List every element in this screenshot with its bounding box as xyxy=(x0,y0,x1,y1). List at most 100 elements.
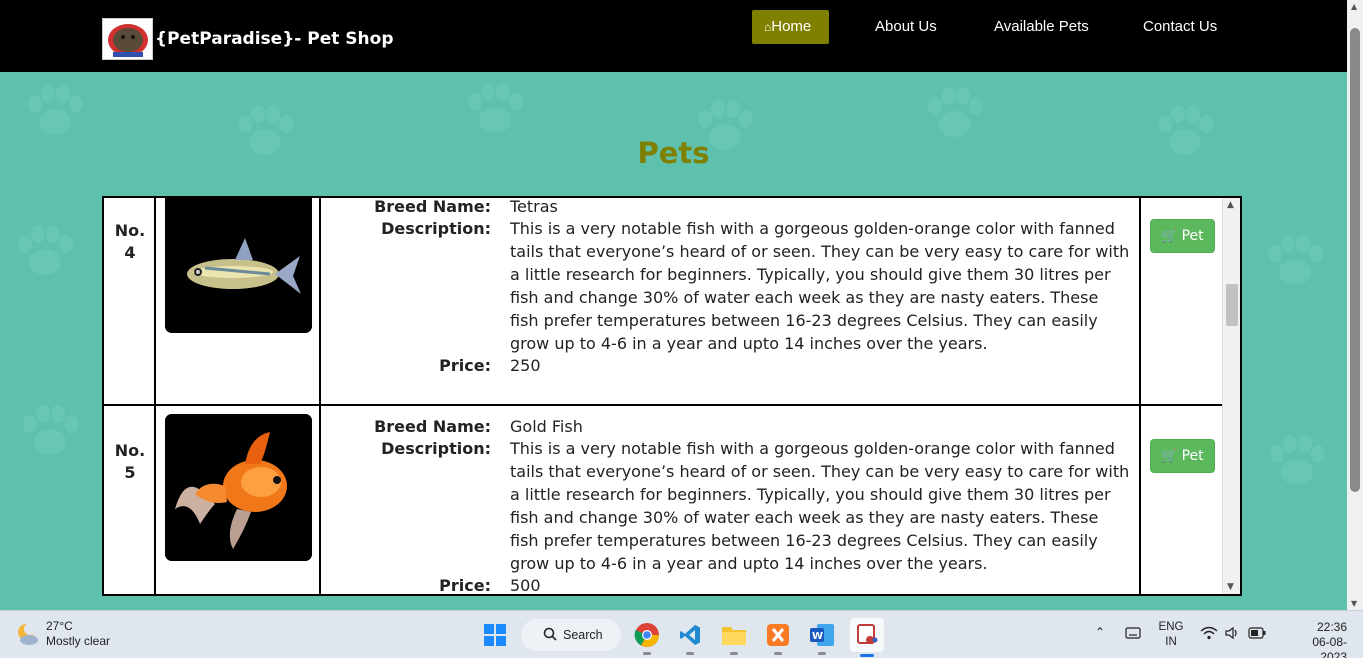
scroll-up-arrow-icon[interactable]: ▲ xyxy=(1351,2,1357,11)
pet-info-cell: Breed Name: Gold Fish Description: This … xyxy=(321,406,1141,595)
tetra-fish-image xyxy=(165,198,312,333)
chrome-icon xyxy=(634,623,659,648)
price-value: 250 xyxy=(510,356,541,375)
adopt-pet-button[interactable]: 🛒 Pet xyxy=(1150,439,1215,473)
nav-available-pets[interactable]: Available Pets xyxy=(982,10,1101,44)
price-label: Price: xyxy=(439,576,491,595)
page-scrollbar[interactable]: ▲ ▼ xyxy=(1347,0,1363,610)
app-running-indicator xyxy=(686,652,694,655)
breed-label: Breed Name: xyxy=(374,417,491,436)
paw-decoration xyxy=(920,84,990,144)
nav-about-us[interactable]: About Us xyxy=(863,10,949,44)
action-cell: 🛒 Pet xyxy=(1141,406,1224,594)
search-icon xyxy=(543,627,557,641)
table-row: No. 5 Breed Name: Gold Fish Description:… xyxy=(104,406,1224,595)
price-label: Price: xyxy=(439,356,491,375)
description-value: This is a very notable fish with a gorge… xyxy=(510,439,1130,573)
app-active-indicator xyxy=(860,654,874,657)
nav-contact-us[interactable]: Contact Us xyxy=(1131,10,1229,44)
chrome-app[interactable] xyxy=(632,620,662,655)
app-running-indicator xyxy=(643,652,651,655)
adopt-pet-button-label: Pet xyxy=(1181,228,1204,244)
cart-icon: 🛒 xyxy=(1161,228,1178,244)
pet-image-cell xyxy=(156,406,321,594)
clock-date: 06-08-2023 xyxy=(1312,635,1347,658)
row-number: No. 5 xyxy=(114,441,146,482)
xampp-app[interactable] xyxy=(763,620,793,655)
wifi-icon xyxy=(1200,626,1218,640)
word-icon: W xyxy=(810,624,834,646)
windows-taskbar: 27°C Mostly clear Search W ⌃ ENG IN 22:3… xyxy=(0,610,1363,658)
chevron-up-icon: ⌃ xyxy=(1095,625,1106,639)
scroll-down-arrow-icon[interactable]: ▼ xyxy=(1351,599,1357,608)
pet-image-cell xyxy=(156,198,321,406)
paw-decoration xyxy=(460,80,530,140)
clock-time: 22:36 xyxy=(1316,620,1347,634)
price-value: 500 xyxy=(510,576,541,595)
action-cell: 🛒 Pet xyxy=(1141,198,1224,406)
battery-status[interactable] xyxy=(1248,627,1266,642)
row-number-cell: No. 4 xyxy=(104,198,156,406)
brand[interactable]: {PetParadise}- Pet Shop xyxy=(102,18,394,60)
system-clock[interactable]: 22:36 06-08-2023 xyxy=(1303,620,1347,658)
app-running-indicator xyxy=(774,652,782,655)
table-scrollbar-thumb[interactable] xyxy=(1226,284,1238,326)
adopt-pet-button[interactable]: 🛒 Pet xyxy=(1150,219,1215,253)
windows-start-icon[interactable] xyxy=(483,623,507,647)
pets-table: No. 4 Breed Name: Tetras Description: Th… xyxy=(102,196,1242,596)
word-app[interactable]: W xyxy=(807,620,837,655)
description-label: Description: xyxy=(381,439,491,458)
description-line: Description: This is a very notable fish… xyxy=(321,437,1141,577)
paw-decoration xyxy=(15,402,85,462)
moon-cloud-icon xyxy=(18,623,38,645)
file-explorer-app[interactable] xyxy=(719,620,749,655)
pen-workspace-icon xyxy=(1125,627,1141,639)
paw-decoration xyxy=(10,222,80,282)
adopt-pet-button-label: Pet xyxy=(1181,448,1204,464)
xampp-icon xyxy=(767,624,789,646)
row-number-cell: No. 5 xyxy=(104,406,156,594)
app-running-indicator xyxy=(818,652,826,655)
breed-label: Breed Name: xyxy=(374,197,491,216)
description-value: This is a very notable fish with a gorge… xyxy=(510,219,1130,353)
table-scrollbar[interactable]: ▲ ▼ xyxy=(1222,198,1240,594)
page-title: Pets xyxy=(637,136,710,170)
weather-widget[interactable]: 27°C Mostly clear xyxy=(14,619,110,649)
nav-home[interactable]: ⌂Home xyxy=(752,10,829,44)
description-line: Description: This is a very notable fish… xyxy=(321,217,1141,357)
weather-description: Mostly clear xyxy=(46,634,111,648)
pet-info-cell: Breed Name: Tetras Description: This is … xyxy=(321,197,1141,406)
app-running-indicator xyxy=(730,652,738,655)
battery-icon xyxy=(1248,627,1266,639)
table-row: No. 4 Breed Name: Tetras Description: Th… xyxy=(104,197,1224,406)
snipping-tool-icon xyxy=(857,624,878,644)
taskbar-search[interactable]: Search xyxy=(521,619,621,651)
show-hidden-icons[interactable]: ⌃ xyxy=(1095,625,1105,639)
network-status[interactable] xyxy=(1200,626,1218,643)
page-scrollbar-thumb[interactable] xyxy=(1350,28,1360,492)
breed-value: Gold Fish xyxy=(510,417,583,436)
search-label: Search xyxy=(563,628,603,642)
volume-control[interactable] xyxy=(1224,626,1240,643)
weather-temperature: 27°C xyxy=(46,619,73,633)
scroll-down-arrow-icon[interactable]: ▼ xyxy=(1227,582,1234,592)
top-navbar: {PetParadise}- Pet Shop ⌂Home About Us A… xyxy=(0,0,1347,72)
row-number: No. 4 xyxy=(114,221,146,262)
vscode-icon xyxy=(680,625,700,645)
shop-logo xyxy=(102,18,153,60)
folder-icon xyxy=(722,627,746,645)
scroll-up-arrow-icon[interactable]: ▲ xyxy=(1227,200,1234,210)
language-indicator[interactable]: ENG IN xyxy=(1158,620,1184,650)
svg-text:W: W xyxy=(812,631,823,642)
vscode-app[interactable] xyxy=(675,620,705,655)
paw-decoration xyxy=(1262,432,1332,492)
description-label: Description: xyxy=(381,219,491,238)
snipping-tool-app[interactable] xyxy=(850,618,884,657)
goldfish-image xyxy=(165,414,312,561)
paw-decoration xyxy=(1260,232,1330,292)
cart-icon: 🛒 xyxy=(1161,448,1178,464)
speaker-icon xyxy=(1225,626,1237,640)
breed-value: Tetras xyxy=(510,197,558,216)
pen-menu[interactable] xyxy=(1125,626,1141,643)
paw-decoration xyxy=(20,82,90,142)
